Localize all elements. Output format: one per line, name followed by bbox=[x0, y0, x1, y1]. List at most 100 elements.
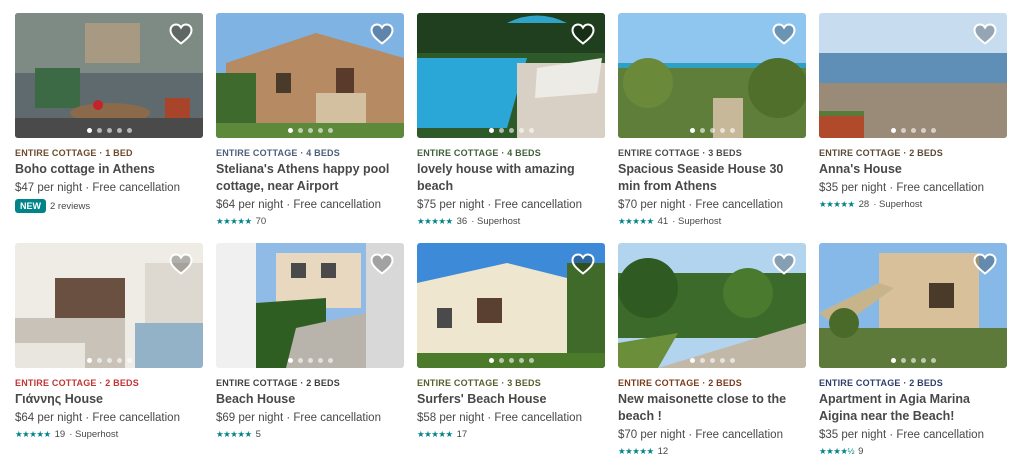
carousel-dot[interactable] bbox=[287, 358, 293, 363]
carousel-dot[interactable] bbox=[930, 358, 936, 363]
carousel-dot[interactable] bbox=[317, 358, 323, 363]
heart-icon[interactable] bbox=[169, 23, 193, 45]
carousel-dot[interactable] bbox=[920, 358, 926, 363]
carousel-dot[interactable] bbox=[287, 128, 293, 133]
carousel-dot[interactable] bbox=[689, 358, 695, 363]
carousel-dot[interactable] bbox=[930, 128, 936, 133]
listing-title[interactable]: lovely house with amazing beach bbox=[417, 161, 605, 195]
listing-title[interactable]: Anna's House bbox=[819, 161, 1007, 178]
carousel-dot[interactable] bbox=[689, 128, 695, 133]
carousel-dot[interactable] bbox=[518, 358, 524, 363]
carousel-dot[interactable] bbox=[297, 358, 303, 363]
carousel-dot[interactable] bbox=[890, 358, 896, 363]
photo-carousel-dots[interactable] bbox=[618, 128, 806, 133]
carousel-dot[interactable] bbox=[900, 358, 906, 363]
listing-card[interactable]: Entire cottage · 4 beds Steliana's Athen… bbox=[216, 13, 404, 243]
listing-photo[interactable] bbox=[618, 243, 806, 368]
carousel-dot[interactable] bbox=[729, 128, 735, 133]
photo-carousel-dots[interactable] bbox=[417, 358, 605, 363]
carousel-dot[interactable] bbox=[729, 358, 735, 363]
carousel-dot[interactable] bbox=[126, 128, 132, 133]
listing-title[interactable]: Γιάννης House bbox=[15, 391, 203, 408]
listing-card[interactable]: Entire cottage · 2 beds New maisonette c… bbox=[618, 243, 806, 458]
carousel-dot[interactable] bbox=[96, 128, 102, 133]
photo-carousel-dots[interactable] bbox=[819, 128, 1007, 133]
photo-carousel-dots[interactable] bbox=[417, 128, 605, 133]
carousel-dot[interactable] bbox=[719, 358, 725, 363]
carousel-dot[interactable] bbox=[116, 358, 122, 363]
photo-carousel-dots[interactable] bbox=[618, 358, 806, 363]
listing-card[interactable]: Entire cottage · 1 bed Boho cottage in A… bbox=[15, 13, 203, 243]
carousel-dot[interactable] bbox=[890, 128, 896, 133]
heart-icon[interactable] bbox=[370, 23, 394, 45]
listing-card[interactable]: Entire cottage · 2 beds Γιάννης House $6… bbox=[15, 243, 203, 458]
carousel-dot[interactable] bbox=[297, 128, 303, 133]
listing-title[interactable]: Spacious Seaside House 30 min from Athen… bbox=[618, 161, 806, 195]
listing-photo[interactable] bbox=[417, 13, 605, 138]
heart-icon[interactable] bbox=[973, 253, 997, 275]
listing-photo[interactable] bbox=[618, 13, 806, 138]
carousel-dot[interactable] bbox=[709, 128, 715, 133]
listing-photo[interactable] bbox=[216, 243, 404, 368]
carousel-dot[interactable] bbox=[307, 128, 313, 133]
carousel-dot[interactable] bbox=[910, 358, 916, 363]
carousel-dot[interactable] bbox=[86, 128, 92, 133]
listing-photo[interactable] bbox=[15, 13, 203, 138]
carousel-dot[interactable] bbox=[327, 128, 333, 133]
carousel-dot[interactable] bbox=[317, 128, 323, 133]
heart-icon[interactable] bbox=[772, 253, 796, 275]
heart-icon[interactable] bbox=[772, 23, 796, 45]
listing-card[interactable]: Entire cottage · 4 beds lovely house wit… bbox=[417, 13, 605, 243]
carousel-dot[interactable] bbox=[528, 128, 534, 133]
carousel-dot[interactable] bbox=[508, 128, 514, 133]
carousel-dot[interactable] bbox=[498, 358, 504, 363]
carousel-dot[interactable] bbox=[106, 128, 112, 133]
listing-title[interactable]: Boho cottage in Athens bbox=[15, 161, 203, 178]
carousel-dot[interactable] bbox=[126, 358, 132, 363]
carousel-dot[interactable] bbox=[699, 128, 705, 133]
heart-icon[interactable] bbox=[169, 253, 193, 275]
listing-title[interactable]: Surfers' Beach House bbox=[417, 391, 605, 408]
listing-card[interactable]: Entire cottage · 2 beds Anna's House $35… bbox=[819, 13, 1007, 243]
photo-carousel-dots[interactable] bbox=[15, 358, 203, 363]
carousel-dot[interactable] bbox=[106, 358, 112, 363]
carousel-dot[interactable] bbox=[327, 358, 333, 363]
photo-carousel-dots[interactable] bbox=[819, 358, 1007, 363]
carousel-dot[interactable] bbox=[488, 358, 494, 363]
carousel-dot[interactable] bbox=[920, 128, 926, 133]
carousel-dot[interactable] bbox=[116, 128, 122, 133]
heart-icon[interactable] bbox=[973, 23, 997, 45]
carousel-dot[interactable] bbox=[528, 358, 534, 363]
listing-card[interactable]: Entire cottage · 2 beds Apartment in Agi… bbox=[819, 243, 1007, 458]
carousel-dot[interactable] bbox=[307, 358, 313, 363]
carousel-dot[interactable] bbox=[86, 358, 92, 363]
carousel-dot[interactable] bbox=[699, 358, 705, 363]
heart-icon[interactable] bbox=[571, 23, 595, 45]
heart-icon[interactable] bbox=[571, 253, 595, 275]
carousel-dot[interactable] bbox=[508, 358, 514, 363]
heart-icon[interactable] bbox=[370, 253, 394, 275]
carousel-dot[interactable] bbox=[709, 358, 715, 363]
listing-title[interactable]: New maisonette close to the beach ! bbox=[618, 391, 806, 425]
listing-photo[interactable] bbox=[417, 243, 605, 368]
photo-carousel-dots[interactable] bbox=[216, 128, 404, 133]
carousel-dot[interactable] bbox=[488, 128, 494, 133]
listing-card[interactable]: Entire cottage · 3 beds Spacious Seaside… bbox=[618, 13, 806, 243]
listing-title[interactable]: Beach House bbox=[216, 391, 404, 408]
carousel-dot[interactable] bbox=[910, 128, 916, 133]
listing-photo[interactable] bbox=[216, 13, 404, 138]
carousel-dot[interactable] bbox=[96, 358, 102, 363]
listing-photo[interactable] bbox=[819, 243, 1007, 368]
listing-title[interactable]: Steliana's Athens happy pool cottage, ne… bbox=[216, 161, 404, 195]
listing-card[interactable]: Entire cottage · 3 beds Surfers' Beach H… bbox=[417, 243, 605, 458]
listing-photo[interactable] bbox=[819, 13, 1007, 138]
carousel-dot[interactable] bbox=[518, 128, 524, 133]
listing-photo[interactable] bbox=[15, 243, 203, 368]
carousel-dot[interactable] bbox=[719, 128, 725, 133]
carousel-dot[interactable] bbox=[498, 128, 504, 133]
carousel-dot[interactable] bbox=[900, 128, 906, 133]
listing-card[interactable]: Entire cottage · 2 beds Beach House $69 … bbox=[216, 243, 404, 458]
photo-carousel-dots[interactable] bbox=[15, 128, 203, 133]
listing-title[interactable]: Apartment in Agia Marina Aigina near the… bbox=[819, 391, 1007, 425]
photo-carousel-dots[interactable] bbox=[216, 358, 404, 363]
